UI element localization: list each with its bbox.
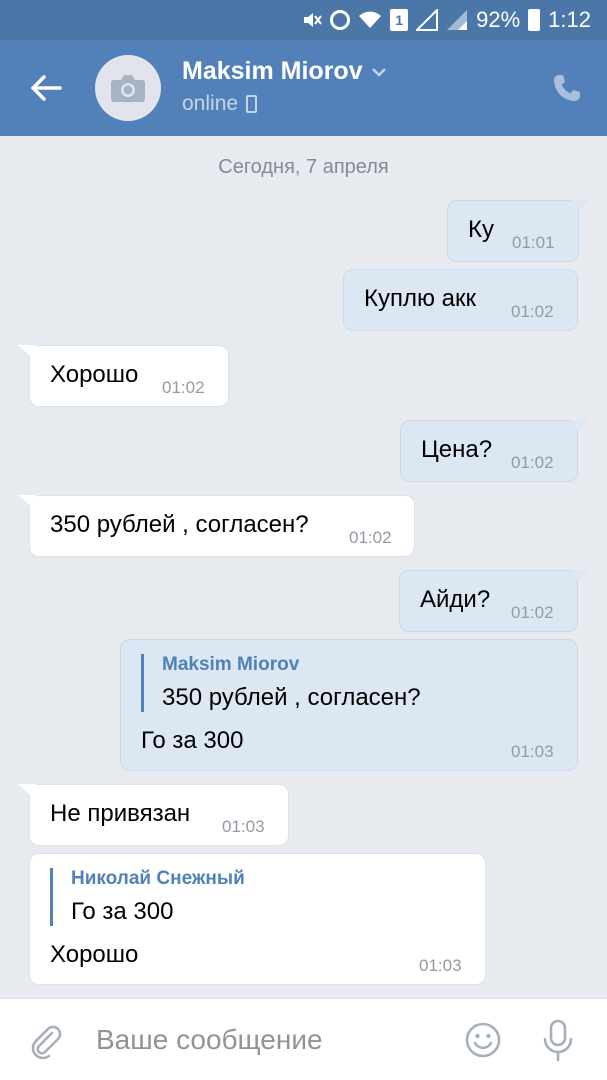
bubble-tail [571, 570, 589, 586]
status-text: online [182, 92, 239, 115]
message-incoming-reply[interactable]: Николай Снежный Го за 300 Хорошо 01:03 [29, 853, 486, 985]
message-time: 01:03 [419, 956, 462, 975]
message-time: 01:02 [162, 378, 205, 397]
phone-icon[interactable] [551, 72, 583, 104]
alarm-icon [330, 10, 351, 30]
message-outgoing[interactable]: Цена? 01:02 [400, 420, 589, 482]
signal-icon-2 [447, 10, 468, 30]
quoted-author: Николай Снежный [71, 868, 245, 889]
clock: 1:12 [548, 7, 591, 32]
quoted-author: Maksim Miorov [162, 654, 300, 675]
bubble-tail [18, 784, 36, 800]
battery-percent: 92% [476, 7, 521, 32]
quoted-message[interactable]: Maksim Miorov 350 рублей , согласен? [141, 654, 421, 712]
microphone-icon[interactable] [540, 1019, 576, 1063]
message-incoming[interactable]: Хорошо 01:02 [18, 345, 229, 407]
bubble-tail [18, 495, 36, 511]
battery-icon [528, 9, 541, 31]
message-text: Ку [468, 216, 494, 243]
message-text: Айди? [420, 586, 491, 613]
contact-name[interactable]: Maksim Miorov [182, 57, 387, 86]
message-outgoing[interactable]: Айди? 01:02 [399, 570, 589, 632]
contact-name-text: Maksim Miorov [182, 57, 363, 85]
quoted-text: 350 рублей , согласен? [162, 684, 421, 711]
message-time: 01:02 [349, 528, 392, 547]
message-input[interactable] [96, 1019, 436, 1061]
message-incoming[interactable]: Не привязан 01:03 [18, 784, 289, 846]
message-text: 350 рублей , согласен? [50, 511, 309, 538]
message-time: 01:03 [511, 742, 554, 761]
message-time: 01:02 [511, 302, 554, 321]
message-outgoing[interactable]: Куплю акк 01:02 [343, 269, 578, 331]
message-text: Цена? [421, 436, 493, 463]
message-list[interactable]: Сегодня, 7 апреля Ку 01:01 Куплю акк 01:… [0, 136, 607, 998]
mute-icon [304, 13, 322, 27]
chevron-down-icon [371, 67, 386, 77]
bubble-tail [18, 345, 36, 361]
message-time: 01:02 [511, 603, 554, 622]
chat-header: Maksim Miorov online [0, 40, 607, 136]
message-composer [0, 998, 607, 1080]
message-outgoing-reply[interactable]: Maksim Miorov 350 рублей , согласен? Го … [120, 639, 578, 771]
message-outgoing[interactable]: Ку 01:01 [447, 200, 590, 262]
message-time: 01:03 [222, 817, 265, 836]
message-incoming[interactable]: 350 рублей , согласен? 01:02 [18, 495, 415, 557]
message-text: Хорошо [50, 361, 139, 388]
camera-icon [111, 75, 145, 102]
message-time: 01:02 [511, 453, 554, 472]
back-arrow-icon[interactable] [28, 70, 64, 106]
date-separator: Сегодня, 7 апреля [218, 156, 389, 178]
message-text: Не привязан [50, 800, 191, 827]
sim-icon: 1 [390, 9, 409, 31]
message-text: Куплю акк [364, 285, 476, 312]
paperclip-icon[interactable] [28, 1023, 64, 1059]
quoted-message[interactable]: Николай Снежный Го за 300 [50, 868, 245, 926]
message-text: Го за 300 [141, 727, 244, 754]
bubble-tail [571, 420, 589, 436]
status-bar: 1 92% 1:12 [0, 0, 607, 40]
quoted-text: Го за 300 [71, 898, 174, 925]
emoji-icon[interactable] [464, 1021, 502, 1059]
wifi-icon [359, 11, 382, 28]
avatar[interactable] [95, 55, 161, 121]
mobile-device-icon [246, 95, 258, 113]
message-time: 01:01 [512, 233, 555, 252]
signal-icon [416, 9, 439, 31]
message-text: Хорошо [50, 941, 139, 968]
bubble-tail [572, 200, 590, 216]
status-icons: 1 92% 1:12 [302, 6, 591, 34]
contact-status: online [182, 92, 258, 116]
